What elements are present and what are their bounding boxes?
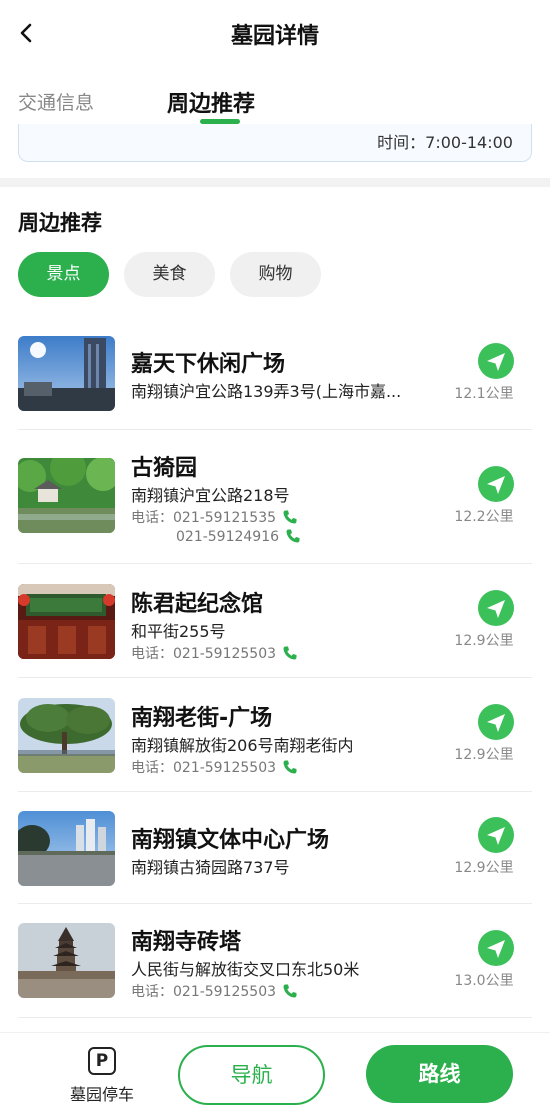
place-name: 陈君起纪念馆 [131,592,264,617]
place-thumbnail [18,811,115,886]
place-address: 南翔镇沪宜公路218号 [131,486,290,505]
place-distance: 12.2公里 [454,509,514,525]
phone-icon[interactable] [282,759,298,775]
route-button[interactable]: 路线 [366,1045,513,1103]
tab-bar: 交通信息 周边推荐 [0,80,550,126]
place-address: 和平街255号 [131,622,226,641]
traffic-info-card: 时间：7:00-14:00 [18,124,532,162]
phone-number: 021-59124916 [176,529,280,545]
parking-icon: P [88,1047,116,1075]
place-address: 人民街与解放街交叉口东北50米 [131,960,360,979]
list-item[interactable]: 陈君起纪念馆 和平街255号 电话：021-59125503 12.9公里 [18,564,532,678]
navigate-icon[interactable] [478,590,514,626]
phone-number: 电话：021-59125503 [131,646,277,662]
section-divider [0,178,550,187]
navigate-icon[interactable] [478,930,514,966]
nav-bar: 墓园详情 [0,0,550,66]
place-thumbnail [18,698,115,773]
place-phone: 电话：021-59125503 [131,757,298,777]
place-name: 南翔寺砖塔 [131,930,242,955]
list-item[interactable]: 南翔寺砖塔 人民街与解放街交叉口东北50米 电话：021-59125503 13… [18,904,532,1018]
category-chip-food[interactable]: 美食 [124,252,215,297]
navigate-icon[interactable] [478,466,514,502]
navigate-button[interactable]: 导航 [178,1045,325,1105]
section-title: 周边推荐 [18,211,102,235]
place-phone: 电话：021-59121535 [131,507,298,527]
category-chip-shopping[interactable]: 购物 [230,252,321,297]
place-thumbnail [18,584,115,659]
place-name: 南翔老街-广场 [131,706,273,731]
place-thumbnail [18,458,115,533]
category-chip-scenic[interactable]: 景点 [18,252,109,297]
place-phone: 电话：021-59125503 [131,643,298,663]
phone-icon[interactable] [282,983,298,999]
place-distance: 12.9公里 [454,633,514,649]
page: 墓园详情 交通信息 周边推荐 时间：7:00-14:00 周边推荐 景点 美食 … [0,0,550,1114]
place-name: 古猗园 [131,456,198,481]
place-distance: 12.9公里 [454,860,514,876]
place-address: 南翔镇解放街206号南翔老街内 [131,736,354,755]
list-item[interactable]: 嘉天下休闲广场 南翔镇沪宜公路139弄3号(上海市嘉... 12.1公里 [18,318,532,430]
place-thumbnail [18,336,115,411]
place-name: 南翔镇文体中心广场 [131,828,330,853]
opening-time: 时间：7:00-14:00 [377,133,513,152]
list-item[interactable]: 南翔老街-广场 南翔镇解放街206号南翔老街内 电话：021-59125503 … [18,678,532,792]
place-distance: 12.1公里 [454,386,514,402]
list-item[interactable]: 南翔镇文体中心广场 南翔镇古猗园路737号 12.9公里 [18,792,532,904]
list-item[interactable]: 古猗园 南翔镇沪宜公路218号 电话：021-59121535 021-5912… [18,430,532,564]
phone-icon[interactable] [282,645,298,661]
page-title: 墓园详情 [230,24,319,49]
place-phone: 021-59124916 [176,528,301,545]
navigate-icon[interactable] [478,704,514,740]
place-thumbnail [18,923,115,998]
bottom-action-bar: P 墓园停车 导航 路线 [0,1032,550,1114]
phone-icon[interactable] [285,528,301,544]
tab-traffic-info[interactable]: 交通信息 [18,88,94,115]
navigate-icon[interactable] [478,343,514,379]
phone-icon[interactable] [282,509,298,525]
tab-nearby[interactable]: 周边推荐 [167,86,255,118]
place-name: 嘉天下休闲广场 [131,352,286,377]
phone-number: 电话：021-59125503 [131,984,277,1000]
parking-label: 墓园停车 [69,1085,134,1104]
place-address: 南翔镇古猗园路737号 [131,858,290,877]
phone-number: 电话：021-59125503 [131,760,277,776]
phone-number: 电话：021-59121535 [131,510,277,526]
place-address: 南翔镇沪宜公路139弄3号(上海市嘉... [131,382,402,401]
navigate-icon[interactable] [478,817,514,853]
place-distance: 13.0公里 [454,973,514,989]
parking-button[interactable]: P 墓园停车 [62,1047,142,1105]
place-distance: 12.9公里 [454,747,514,763]
place-phone: 电话：021-59125503 [131,981,298,1001]
